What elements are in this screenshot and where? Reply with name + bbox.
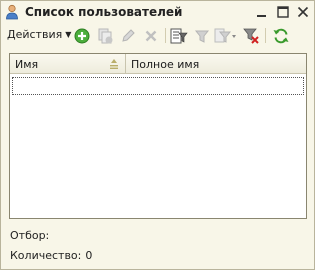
edit-icon[interactable]	[119, 27, 137, 45]
filter-settings-icon[interactable]	[170, 27, 188, 45]
table-header: Имя Полное имя	[10, 54, 306, 74]
user-list-window: Список пользователей Действия ▼ Имя Полн…	[0, 0, 315, 270]
copy-icon[interactable]	[96, 27, 114, 45]
count-label: Количество:	[10, 249, 82, 262]
count-row: Количество: 0	[10, 249, 92, 262]
toolbar: Действия ▼	[1, 23, 314, 47]
filter-by-value-icon[interactable]	[193, 27, 211, 45]
table-row-selected-empty[interactable]	[12, 77, 304, 95]
dropdown-arrow-icon: ▼	[65, 30, 72, 39]
column-header-full-name[interactable]: Полное имя	[127, 54, 305, 73]
actions-menu-label: Действия	[7, 28, 63, 41]
column-label-name: Имя	[15, 58, 39, 71]
column-label-full-name: Полное имя	[131, 58, 200, 71]
actions-menu-button[interactable]: Действия ▼	[7, 28, 71, 44]
minimize-icon[interactable]	[254, 4, 270, 20]
users-table[interactable]: Имя Полное имя	[9, 53, 307, 219]
refresh-icon[interactable]	[272, 27, 290, 45]
toolbar-separator	[265, 28, 266, 43]
filter-history-icon[interactable]	[214, 27, 238, 45]
clear-filter-icon[interactable]	[242, 27, 260, 45]
column-header-name[interactable]: Имя	[10, 54, 126, 73]
toolbar-separator	[165, 28, 166, 43]
count-value: 0	[85, 249, 93, 262]
close-icon[interactable]	[295, 4, 311, 20]
user-icon	[5, 4, 19, 20]
sort-ascending-icon	[108, 58, 120, 70]
delete-icon[interactable]	[142, 27, 160, 45]
add-icon[interactable]	[73, 27, 91, 45]
window-title: Список пользователей	[25, 5, 183, 19]
filter-label: Отбор:	[10, 229, 50, 242]
title-bar[interactable]: Список пользователей	[1, 1, 314, 23]
maximize-icon[interactable]	[275, 4, 291, 20]
